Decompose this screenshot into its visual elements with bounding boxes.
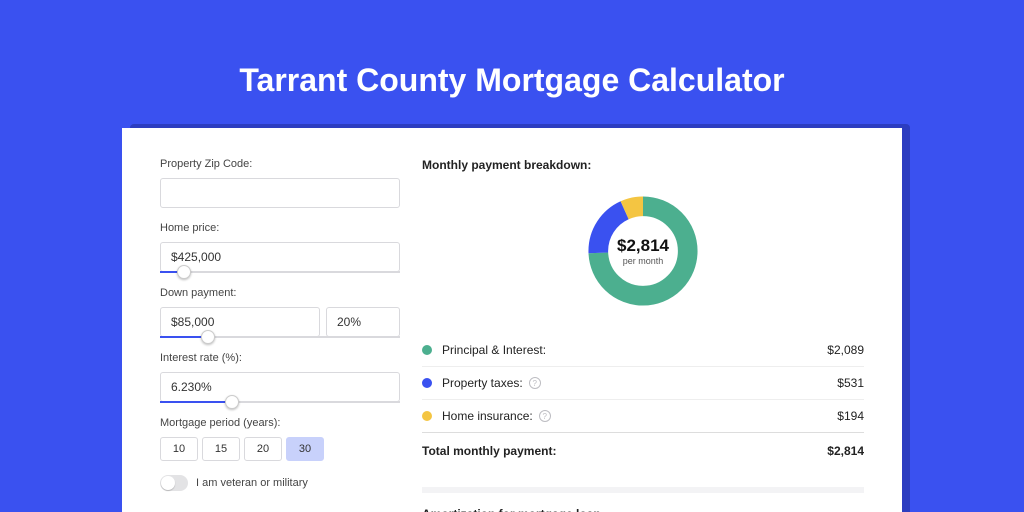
period-option-20[interactable]: 20 xyxy=(244,437,282,461)
period-label: Mortgage period (years): xyxy=(160,417,400,429)
home-price-slider[interactable] xyxy=(160,271,400,273)
total-value: $2,814 xyxy=(827,444,864,458)
home-price-input[interactable] xyxy=(160,242,400,272)
home-price-label: Home price: xyxy=(160,222,400,234)
period-option-15[interactable]: 15 xyxy=(202,437,240,461)
breakdown-item-value: $2,089 xyxy=(827,343,864,357)
down-payment-input[interactable] xyxy=(160,307,320,337)
slider-thumb[interactable] xyxy=(177,265,191,279)
period-option-10[interactable]: 10 xyxy=(160,437,198,461)
period-options: 10152030 xyxy=(160,437,400,461)
help-icon[interactable]: ? xyxy=(539,410,551,422)
breakdown-item-value: $531 xyxy=(837,376,864,390)
breakdown-item-name: Home insurance: xyxy=(442,409,533,423)
interest-label: Interest rate (%): xyxy=(160,352,400,364)
legend-dot xyxy=(422,378,432,388)
zip-field: Property Zip Code: xyxy=(160,158,400,208)
slider-thumb[interactable] xyxy=(225,395,239,409)
zip-label: Property Zip Code: xyxy=(160,158,400,170)
slider-thumb[interactable] xyxy=(201,330,215,344)
down-payment-slider[interactable] xyxy=(160,336,400,338)
interest-input[interactable] xyxy=(160,372,400,402)
breakdown-row: Property taxes:? $531 xyxy=(422,366,864,399)
breakdown-item-name: Property taxes: xyxy=(442,376,523,390)
donut-chart: $2,814 per month xyxy=(422,186,864,316)
breakdown-list: Principal & Interest: $2,089 Property taxe… xyxy=(422,334,864,432)
breakdown-row: Home insurance:? $194 xyxy=(422,399,864,432)
breakdown-title: Monthly payment breakdown: xyxy=(422,158,864,172)
total-label: Total monthly payment: xyxy=(422,444,556,458)
breakdown-column: Monthly payment breakdown: $2,814 per mo… xyxy=(422,158,864,512)
interest-slider[interactable] xyxy=(160,401,400,403)
veteran-label: I am veteran or military xyxy=(196,477,308,489)
page-title: Tarrant County Mortgage Calculator xyxy=(0,0,1024,99)
toggle-knob xyxy=(161,476,175,490)
down-payment-pct-input[interactable] xyxy=(326,307,400,337)
donut-sublabel: per month xyxy=(623,256,664,266)
down-payment-label: Down payment: xyxy=(160,287,400,299)
period-field: Mortgage period (years): 10152030 xyxy=(160,417,400,461)
veteran-toggle[interactable] xyxy=(160,475,188,491)
home-price-field: Home price: xyxy=(160,222,400,273)
calculator-card: Property Zip Code: Home price: Down paym… xyxy=(122,128,902,512)
form-column: Property Zip Code: Home price: Down paym… xyxy=(160,158,400,512)
breakdown-row: Principal & Interest: $2,089 xyxy=(422,334,864,366)
interest-field: Interest rate (%): xyxy=(160,352,400,403)
donut-amount: $2,814 xyxy=(617,236,669,256)
breakdown-item-name: Principal & Interest: xyxy=(442,343,546,357)
help-icon[interactable]: ? xyxy=(529,377,541,389)
amortization-title: Amortization for mortgage loan xyxy=(422,507,864,512)
legend-dot xyxy=(422,345,432,355)
zip-input[interactable] xyxy=(160,178,400,208)
period-option-30[interactable]: 30 xyxy=(286,437,324,461)
legend-dot xyxy=(422,411,432,421)
down-payment-field: Down payment: xyxy=(160,287,400,338)
amortization-section: Amortization for mortgage loan Amortizat… xyxy=(422,487,864,512)
breakdown-item-value: $194 xyxy=(837,409,864,423)
veteran-row: I am veteran or military xyxy=(160,475,400,491)
breakdown-total-row: Total monthly payment: $2,814 xyxy=(422,432,864,469)
